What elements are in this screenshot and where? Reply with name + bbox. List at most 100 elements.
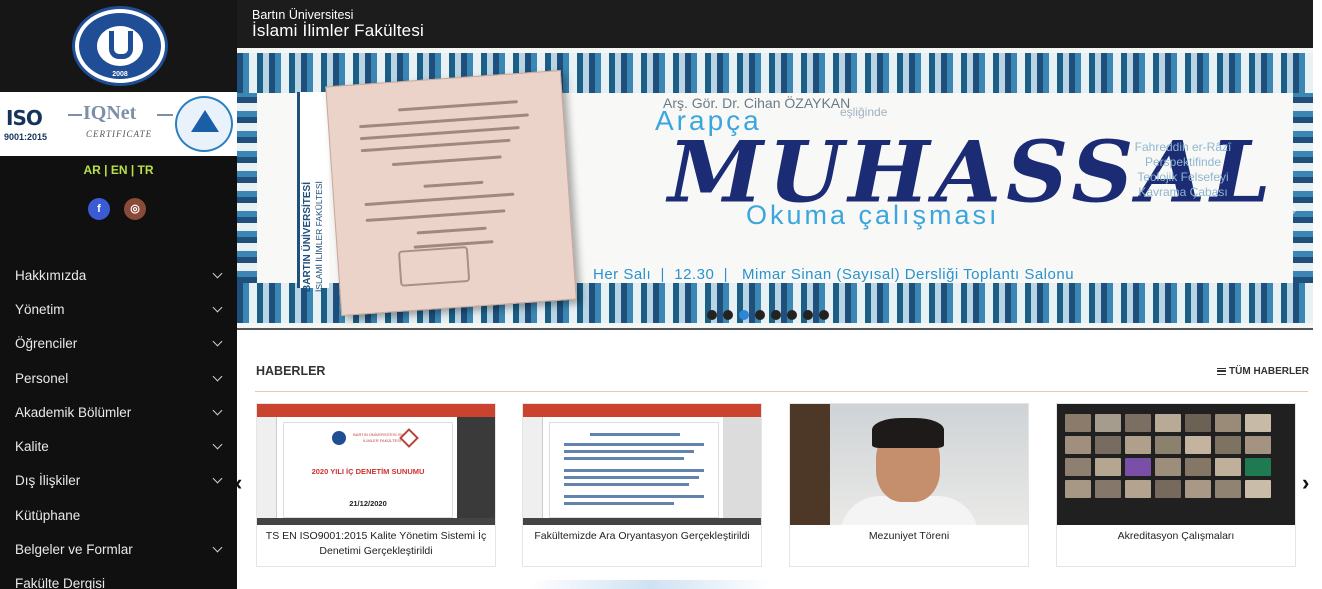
lang-ar-link[interactable]: AR <box>83 163 100 177</box>
sidebar-item-label: Hakkımızda <box>15 267 87 283</box>
news-caption[interactable]: Akreditasyon Çalışmaları <box>1061 529 1291 544</box>
sidebar-item-dis-iliskiler[interactable]: Dış İlişkiler <box>0 464 237 498</box>
divider <box>68 114 82 116</box>
sidebar-item-kalite[interactable]: Kalite <box>0 429 237 463</box>
divider <box>157 114 173 116</box>
chevron-left-icon[interactable]: ‹ <box>235 470 242 496</box>
sidebar-item-label: Öğrenciler <box>15 336 78 352</box>
slider-dots <box>707 310 829 320</box>
news-card[interactable]: Mezuniyet Töreni <box>789 403 1029 567</box>
facebook-icon[interactable]: f <box>88 198 110 220</box>
news-caption[interactable]: TS EN ISO9001:2015 Kalite Yönetim Sistem… <box>261 529 491 559</box>
tile-border-right <box>1293 93 1313 283</box>
slider-dot[interactable] <box>755 310 765 320</box>
news-caption[interactable]: Fakültemizde Ara Oryantasyon Gerçekleşti… <box>527 529 757 544</box>
sidebar-item-label: Personel <box>15 370 69 386</box>
instagram-icon[interactable]: ◎ <box>124 198 146 220</box>
slide-schedule: Her Salı | 12.30 | Mimar Sinan (Sayısal)… <box>593 266 1075 283</box>
sidebar-item-label: Akademik Bölümler <box>15 404 132 420</box>
slider-dot[interactable] <box>819 310 829 320</box>
slide-side-text: Fahreddin er-Râzî Perspektifinde Teoloji… <box>1128 140 1238 200</box>
sidebar-item-label: Yönetim <box>15 301 65 317</box>
sidebar-item-ogrenciler[interactable]: Öğrenciler <box>0 327 237 361</box>
news-thumbnail <box>523 404 761 525</box>
slide-date-text: 21/12/2020 <box>349 499 387 508</box>
certificate-strip: ISO 9001:2015 IQNet CERTIFICATE <box>0 92 237 156</box>
side-text-line: Kavrama Çabası <box>1138 185 1228 199</box>
chevron-down-icon <box>212 473 223 484</box>
tile-border-left <box>237 93 257 283</box>
iso-logo: ISO <box>6 106 43 130</box>
chevron-right-icon[interactable]: › <box>1302 470 1309 496</box>
header-bar: Bartın Üniversitesi İslami İlimler Fakül… <box>237 0 1313 48</box>
lang-en-link[interactable]: EN <box>111 163 128 177</box>
sidebar: 2008 ISO 9001:2015 IQNet CERTIFICATE AR … <box>0 0 237 589</box>
sidebar-item-hakkimizda[interactable]: Hakkımızda <box>0 258 237 292</box>
lang-separator: | <box>104 163 108 177</box>
faculty-name[interactable]: İslami İlimler Fakültesi <box>252 21 424 41</box>
sidebar-item-label: Kütüphane <box>15 507 81 523</box>
iso-number: 9001:2015 <box>4 132 48 142</box>
news-thumbnail <box>1057 404 1295 525</box>
slider-dot-active[interactable] <box>739 310 749 320</box>
sidebar-menu: Hakkımızda Yönetim Öğrenciler Personel A… <box>0 258 237 589</box>
side-text-line: Perspektifinde <box>1144 155 1222 169</box>
slider-dot[interactable] <box>707 310 717 320</box>
slider-dot[interactable] <box>787 310 797 320</box>
footer-fade <box>530 580 770 589</box>
logo-area: 2008 <box>0 0 237 92</box>
sidebar-item-label: Kalite <box>15 439 49 455</box>
sidebar-item-yonetim[interactable]: Yönetim <box>0 292 237 326</box>
band-title: BARTIN ÜNİVERSİTESİ <box>302 181 313 292</box>
news-divider <box>255 391 1308 392</box>
news-thumbnail: BARTIN ÜNİVERSİTESİ İSLAMİ İLİMLER FAKÜL… <box>257 404 495 525</box>
all-news-link[interactable]: TÜM HABERLER <box>1217 366 1309 377</box>
side-text-line: Fahreddin er-Râzî <box>1134 140 1232 154</box>
language-switcher: AR | EN | TR <box>0 163 237 177</box>
chevron-left-icon[interactable]: ‹ <box>255 196 262 222</box>
sidebar-item-akademik-bolumler[interactable]: Akademik Bölümler <box>0 395 237 429</box>
side-text-line: Teolojik Felsefeyi <box>1137 170 1229 184</box>
chevron-down-icon <box>212 405 223 416</box>
page-edge <box>1313 0 1322 589</box>
news-thumbnail <box>790 404 1028 525</box>
news-card[interactable]: Fakültemizde Ara Oryantasyon Gerçekleşti… <box>522 403 762 567</box>
sidebar-item-label: Dış İlişkiler <box>15 473 81 489</box>
university-logo[interactable]: 2008 <box>72 6 168 86</box>
all-news-label: TÜM HABERLER <box>1229 366 1309 377</box>
chevron-down-icon <box>212 439 223 450</box>
lang-separator: | <box>130 163 135 177</box>
chevron-down-icon <box>212 336 223 347</box>
chevron-down-icon <box>212 542 223 553</box>
chevron-down-icon <box>212 268 223 279</box>
band-subtitle: İSLAMİ İLİMLER FAKÜLTESİ <box>314 181 324 292</box>
slider-dot[interactable] <box>771 310 781 320</box>
sidebar-item-kutuphane[interactable]: Kütüphane <box>0 498 237 532</box>
chevron-down-icon <box>212 302 223 313</box>
slider-dot[interactable] <box>723 310 733 320</box>
sidebar-item-fakulte-dergisi[interactable]: Fakülte Dergisi <box>0 567 237 589</box>
manuscript-image <box>325 70 577 316</box>
chevron-down-icon <box>212 371 223 381</box>
slider-dot[interactable] <box>803 310 813 320</box>
sidebar-item-label: Fakülte Dergisi <box>15 576 106 589</box>
university-name[interactable]: Bartın Üniversitesi <box>252 8 353 22</box>
news-card[interactable]: Akreditasyon Çalışmaları <box>1056 403 1296 567</box>
news-heading: HABERLER <box>256 364 326 378</box>
iqnet-logo: IQNet <box>83 102 137 124</box>
news-caption[interactable]: Mezuniyet Töreni <box>794 529 1024 544</box>
news-card[interactable]: BARTIN ÜNİVERSİTESİ İSLAMİ İLİMLER FAKÜL… <box>256 403 496 567</box>
slide-escort: eşliğinde <box>840 105 888 119</box>
slide-subtitle: Okuma çalışması <box>746 200 1000 230</box>
list-icon <box>1217 367 1226 375</box>
sidebar-item-belgeler-ve-formlar[interactable]: Belgeler ve Formlar <box>0 532 237 566</box>
chevron-right-icon[interactable]: › <box>1290 196 1297 222</box>
iqnet-certificate-label: CERTIFICATE <box>86 129 153 139</box>
slide-vertical-band: BARTIN ÜNİVERSİTESİ İSLAMİ İLİMLER FAKÜLT… <box>297 92 329 292</box>
sidebar-item-personel[interactable]: Personel <box>0 361 237 395</box>
sidebar-item-label: Belgeler ve Formlar <box>15 542 133 558</box>
accreditation-badge-icon <box>175 96 233 152</box>
logo-year: 2008 <box>112 71 128 78</box>
slide-title-text: 2020 YILI İÇ DENETİM SUNUMU <box>311 467 425 476</box>
lang-tr-link[interactable]: TR <box>138 163 154 177</box>
